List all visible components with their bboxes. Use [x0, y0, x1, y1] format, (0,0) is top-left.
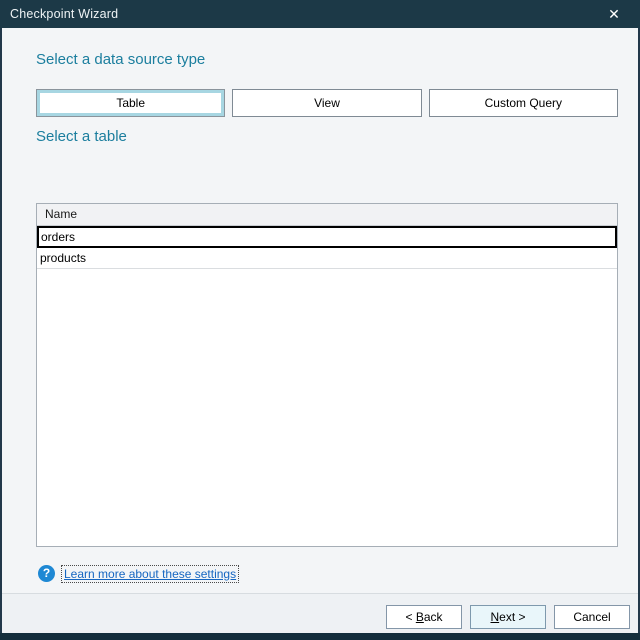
- help-icon[interactable]: ?: [38, 565, 55, 582]
- footer-button-row: < Back Next > Cancel: [386, 605, 630, 629]
- learn-more-link[interactable]: Learn more about these settings: [62, 566, 238, 582]
- window-border-left: [0, 28, 2, 640]
- checkpoint-wizard-dialog: Checkpoint Wizard ✕ Select a data source…: [0, 0, 640, 640]
- cancel-button[interactable]: Cancel: [554, 605, 630, 629]
- footer: < Back Next > Cancel: [2, 594, 638, 633]
- next-label-post: ext >: [499, 610, 525, 624]
- close-icon[interactable]: ✕: [596, 0, 632, 28]
- title-bar: Checkpoint Wizard ✕: [0, 0, 640, 28]
- source-type-button-row: Table View Custom Query: [36, 89, 618, 117]
- help-row: ? Learn more about these settings: [38, 565, 238, 582]
- heading-select-a-table: Select a table: [36, 128, 127, 145]
- window-title: Checkpoint Wizard: [0, 7, 118, 21]
- back-button[interactable]: < Back: [386, 605, 462, 629]
- next-label-mnemonic: N: [490, 610, 499, 624]
- window-bottom-bar: [0, 633, 640, 640]
- heading-select-data-source-type: Select a data source type: [36, 51, 205, 68]
- table-row[interactable]: products: [37, 248, 617, 269]
- tables-grid: Name orders products: [36, 203, 618, 547]
- back-label-post: ack: [424, 610, 443, 624]
- grid-column-header-name[interactable]: Name: [37, 204, 617, 226]
- table-row[interactable]: orders: [37, 226, 617, 248]
- next-button[interactable]: Next >: [470, 605, 546, 629]
- source-type-button-view[interactable]: View: [232, 89, 421, 117]
- back-label-pre: <: [405, 610, 415, 624]
- back-label-mnemonic: B: [416, 610, 424, 624]
- source-type-button-custom-query[interactable]: Custom Query: [429, 89, 618, 117]
- source-type-button-table[interactable]: Table: [36, 89, 225, 117]
